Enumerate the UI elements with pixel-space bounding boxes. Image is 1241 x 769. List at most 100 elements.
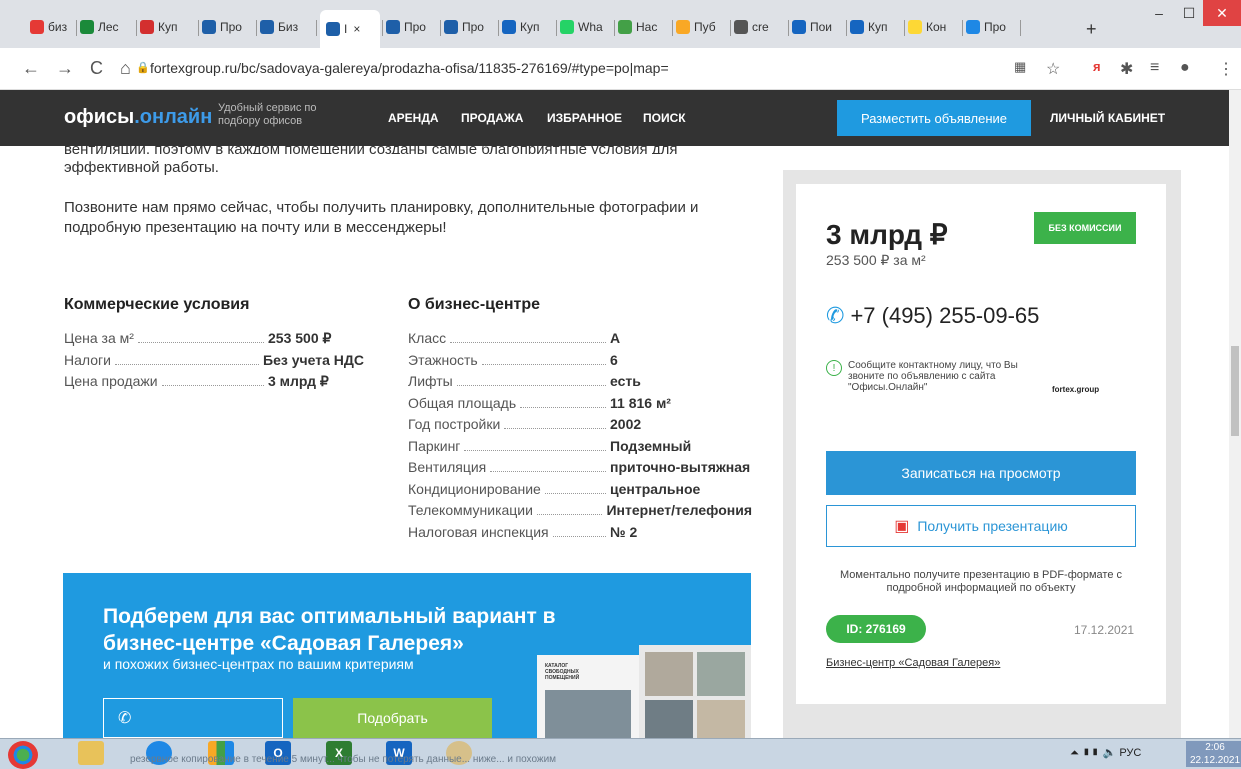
tab-separator (316, 20, 317, 36)
browser-tab[interactable]: Пуб (676, 16, 728, 38)
info-value: 3 млрд ₽ (268, 373, 329, 389)
browser-tab[interactable]: cre (734, 16, 786, 38)
tab-label: Пои (810, 20, 833, 34)
browser-tab[interactable]: Куп (502, 16, 554, 38)
tab-favicon-icon (444, 20, 458, 34)
nav-search[interactable]: ПОИСК (643, 111, 686, 125)
address-bar-row: ← → C ⌂ 🔒 fortexgroup.ru/bc/sadovaya-gal… (0, 48, 1241, 90)
file-explorer-icon[interactable] (78, 741, 104, 765)
system-clock[interactable]: 2:06 22.12.2021 (1186, 741, 1241, 767)
start-button-icon[interactable] (8, 741, 38, 769)
price: 3 млрд ₽ (826, 219, 948, 250)
scrollbar-thumb[interactable] (1231, 346, 1239, 436)
browser-tab[interactable]: Про (386, 16, 438, 38)
menu-icon[interactable]: ⋮ (1218, 59, 1234, 79)
schedule-viewing-button[interactable]: Записаться на просмотр (826, 451, 1136, 495)
agency-logo: fortex.group (1052, 385, 1100, 394)
info-key: Этажность (408, 351, 478, 368)
new-tab-button[interactable]: + (1086, 18, 1097, 40)
star-icon[interactable]: ☆ (1046, 59, 1060, 79)
info-row: Паркинг Подземный (408, 438, 752, 458)
info-value: центральное (610, 480, 701, 497)
browser-tab[interactable]: биз (30, 16, 74, 38)
site-header: офисы.онлайн Удобный сервис по подбору о… (0, 90, 1229, 146)
business-center-link[interactable]: Бизнес-центр «Садовая Галерея» (826, 657, 1000, 669)
info-row: Цена за м² 253 500 ₽ (64, 330, 364, 350)
tab-favicon-icon (792, 20, 806, 34)
tab-close-icon[interactable]: × (353, 22, 360, 36)
info-row: Общая площадь 11 816 м² (408, 395, 752, 415)
tab-favicon-icon (618, 20, 632, 34)
tab-label: Лес (98, 20, 119, 34)
tab-favicon-icon (202, 20, 216, 34)
browser-tab[interactable]: Куп (850, 16, 902, 38)
personal-cabinet-link[interactable]: ЛИЧНЫЙ КАБИНЕТ (1050, 111, 1165, 125)
tab-label: Куп (520, 20, 540, 34)
info-row: Налоговая инспекция № 2 (408, 524, 752, 544)
close-window-icon[interactable]: ✕ (1203, 0, 1241, 26)
browser-tab[interactable]: Wha (560, 16, 612, 38)
url-field[interactable]: fortexgroup.ru/bc/sadovaya-galereya/prod… (150, 60, 669, 76)
back-icon[interactable]: ← (22, 58, 40, 79)
forward-icon[interactable]: → (56, 58, 74, 79)
home-icon[interactable]: ⌂ (120, 58, 131, 79)
info-key: Год постройки (408, 416, 501, 432)
dotted-leader (481, 353, 606, 365)
promo-submit-button[interactable]: Подобрать (293, 698, 492, 738)
dotted-leader (450, 331, 606, 343)
browser-tab[interactable]: Нас (618, 16, 670, 38)
nav-sale[interactable]: ПРОДАЖА (461, 111, 523, 125)
taskbar-overlay-text: резервное копирование в течение 5 минут.… (130, 754, 557, 765)
browser-tab[interactable]: Про (966, 16, 1018, 38)
network-icon[interactable]: ▮▮ (1082, 747, 1100, 759)
info-value: приточно-вытяжная (610, 459, 751, 475)
listing-id-badge: ID: 276169 (826, 615, 926, 643)
info-key: Вентиляция (408, 459, 487, 475)
nav-favorites[interactable]: ИЗБРАННОЕ (547, 111, 622, 125)
browser-tab[interactable]: Про (444, 16, 496, 38)
tray-arrow-icon[interactable]: ⏶ (1070, 747, 1079, 759)
tab-favicon-icon (260, 20, 274, 34)
nav-rent[interactable]: АРЕНДА (388, 111, 439, 125)
dotted-leader (490, 460, 606, 472)
promo-title: Подберем для вас оптимальный вариант в б… (103, 605, 556, 655)
yandex-icon[interactable]: я (1093, 59, 1101, 74)
browser-tab[interactable]: Кон (908, 16, 960, 38)
promo-phone-input[interactable]: ✆ (103, 698, 283, 738)
phone-icon: ✆ (826, 303, 845, 328)
tab-separator (198, 20, 199, 36)
catalog-photo (697, 700, 745, 738)
tab-label: Про (462, 20, 484, 34)
extensions-icon[interactable]: ✱ (1120, 59, 1133, 79)
get-presentation-button[interactable]: ▣ Получить презентацию (826, 505, 1136, 547)
profile-icon[interactable]: ● (1180, 59, 1190, 77)
browser-tab[interactable]: Биз (260, 16, 314, 38)
dotted-leader (137, 331, 264, 343)
site-logo[interactable]: офисы.онлайн (64, 106, 212, 129)
info-key: Цена за м² (64, 330, 134, 346)
browser-tab[interactable]: I × (320, 10, 380, 48)
language-indicator[interactable]: РУС (1119, 747, 1141, 759)
tab-separator (788, 20, 789, 36)
phone-number[interactable]: ✆ +7 (495) 255-09-65 (826, 303, 1039, 329)
browser-tab[interactable]: Куп (140, 16, 196, 38)
info-value: есть (610, 373, 641, 389)
commercial-terms-heading: Коммерческие условия (64, 296, 250, 313)
info-row: Вентиляция приточно-вытяжная (408, 459, 752, 479)
tab-favicon-icon (734, 20, 748, 34)
browser-tab[interactable]: Лес (80, 16, 134, 38)
reading-list-icon[interactable]: ≡ (1150, 59, 1159, 77)
translate-icon[interactable]: ▦ (1014, 59, 1026, 75)
browser-tab[interactable]: Про (202, 16, 254, 38)
reload-icon[interactable]: C (90, 58, 103, 79)
info-key: Класс (408, 330, 447, 346)
volume-icon[interactable]: 🔈 (1103, 747, 1117, 759)
info-key: Налоги (64, 351, 111, 368)
dotted-leader (520, 396, 606, 408)
pdf-icon: ▣ (894, 518, 910, 535)
tab-favicon-icon (326, 22, 340, 36)
post-listing-button[interactable]: Разместить объявление (837, 100, 1031, 136)
info-key: Цена продажи (64, 373, 158, 389)
browser-tab[interactable]: Пои (792, 16, 844, 38)
tab-separator (904, 20, 905, 36)
